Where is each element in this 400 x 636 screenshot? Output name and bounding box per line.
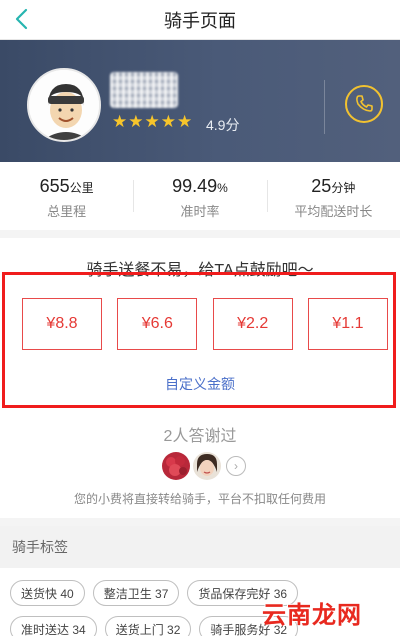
stat-value: 655 (39, 176, 70, 196)
rider-tag: 准时送达 34 (10, 616, 97, 636)
call-rider-button[interactable] (345, 85, 383, 123)
stat-value: 25 (311, 176, 332, 196)
thanks-count: 2人答谢过 (163, 428, 237, 445)
hero-divider (324, 80, 325, 134)
rider-tag: 送货上门 32 (104, 616, 192, 636)
rider-tag: 送货快 40 (10, 580, 85, 606)
top-bar: 骑手页面 (0, 0, 400, 40)
rating-score: 4.9分 (206, 117, 240, 133)
stat-on-time-rate: 99.49% 准时率 (133, 162, 266, 230)
tip-note: 您的小费将直接转给骑手，平台不扣取任何费用 (73, 492, 326, 506)
rating-stars: ★★★★★ (112, 112, 194, 131)
stat-total-distance: 655公里 总里程 (0, 162, 133, 230)
stat-unit: 公里 (69, 181, 94, 195)
page-title: 骑手页面 (164, 10, 236, 31)
stat-label: 准时率 (180, 204, 220, 219)
tip-amount-options: ¥8.8 ¥6.6 ¥2.2 ¥1.1 (22, 298, 388, 350)
rider-tag: 整洁卫生 37 (92, 580, 180, 606)
thanker-avatars: › (162, 452, 246, 480)
rider-stats: 655公里 总里程 99.49% 准时率 25分钟 平均配送时长 (0, 162, 400, 230)
back-arrow-icon[interactable] (10, 6, 36, 32)
thanker-avatar (162, 452, 190, 480)
phone-icon (356, 95, 373, 112)
tip-card: 骑手送餐不易，给TA点鼓励吧～ ¥8.8 ¥6.6 ¥2.2 ¥1.1 自定义金… (0, 238, 400, 518)
watermark-logo: 云南龙网 (262, 592, 396, 632)
tip-amount-button[interactable]: ¥8.8 (22, 298, 102, 350)
rider-avatar (27, 68, 101, 142)
tip-amount-button[interactable]: ¥6.6 (117, 298, 198, 350)
stat-value: 99.49 (172, 176, 218, 196)
tip-amount-button[interactable]: ¥1.1 (307, 298, 388, 350)
stat-label: 平均配送时长 (294, 204, 373, 219)
stat-avg-delivery-time: 25分钟 平均配送时长 (266, 162, 400, 230)
custom-amount-link[interactable]: 自定义金额 (0, 374, 400, 394)
stat-label: 总里程 (47, 204, 87, 219)
thanker-avatar (193, 452, 221, 480)
rider-profile-header: ★★★★★ 4.9分 (0, 40, 400, 162)
chevron-right-icon[interactable]: › (226, 456, 246, 476)
stat-unit: 分钟 (331, 181, 356, 195)
watermark-text: 云南龙网 (262, 601, 362, 629)
stat-unit: % (217, 181, 228, 195)
tags-section-title: 骑手标签 (0, 526, 400, 568)
rider-name-blurred (110, 72, 178, 108)
tip-amount-button[interactable]: ¥2.2 (212, 298, 293, 350)
